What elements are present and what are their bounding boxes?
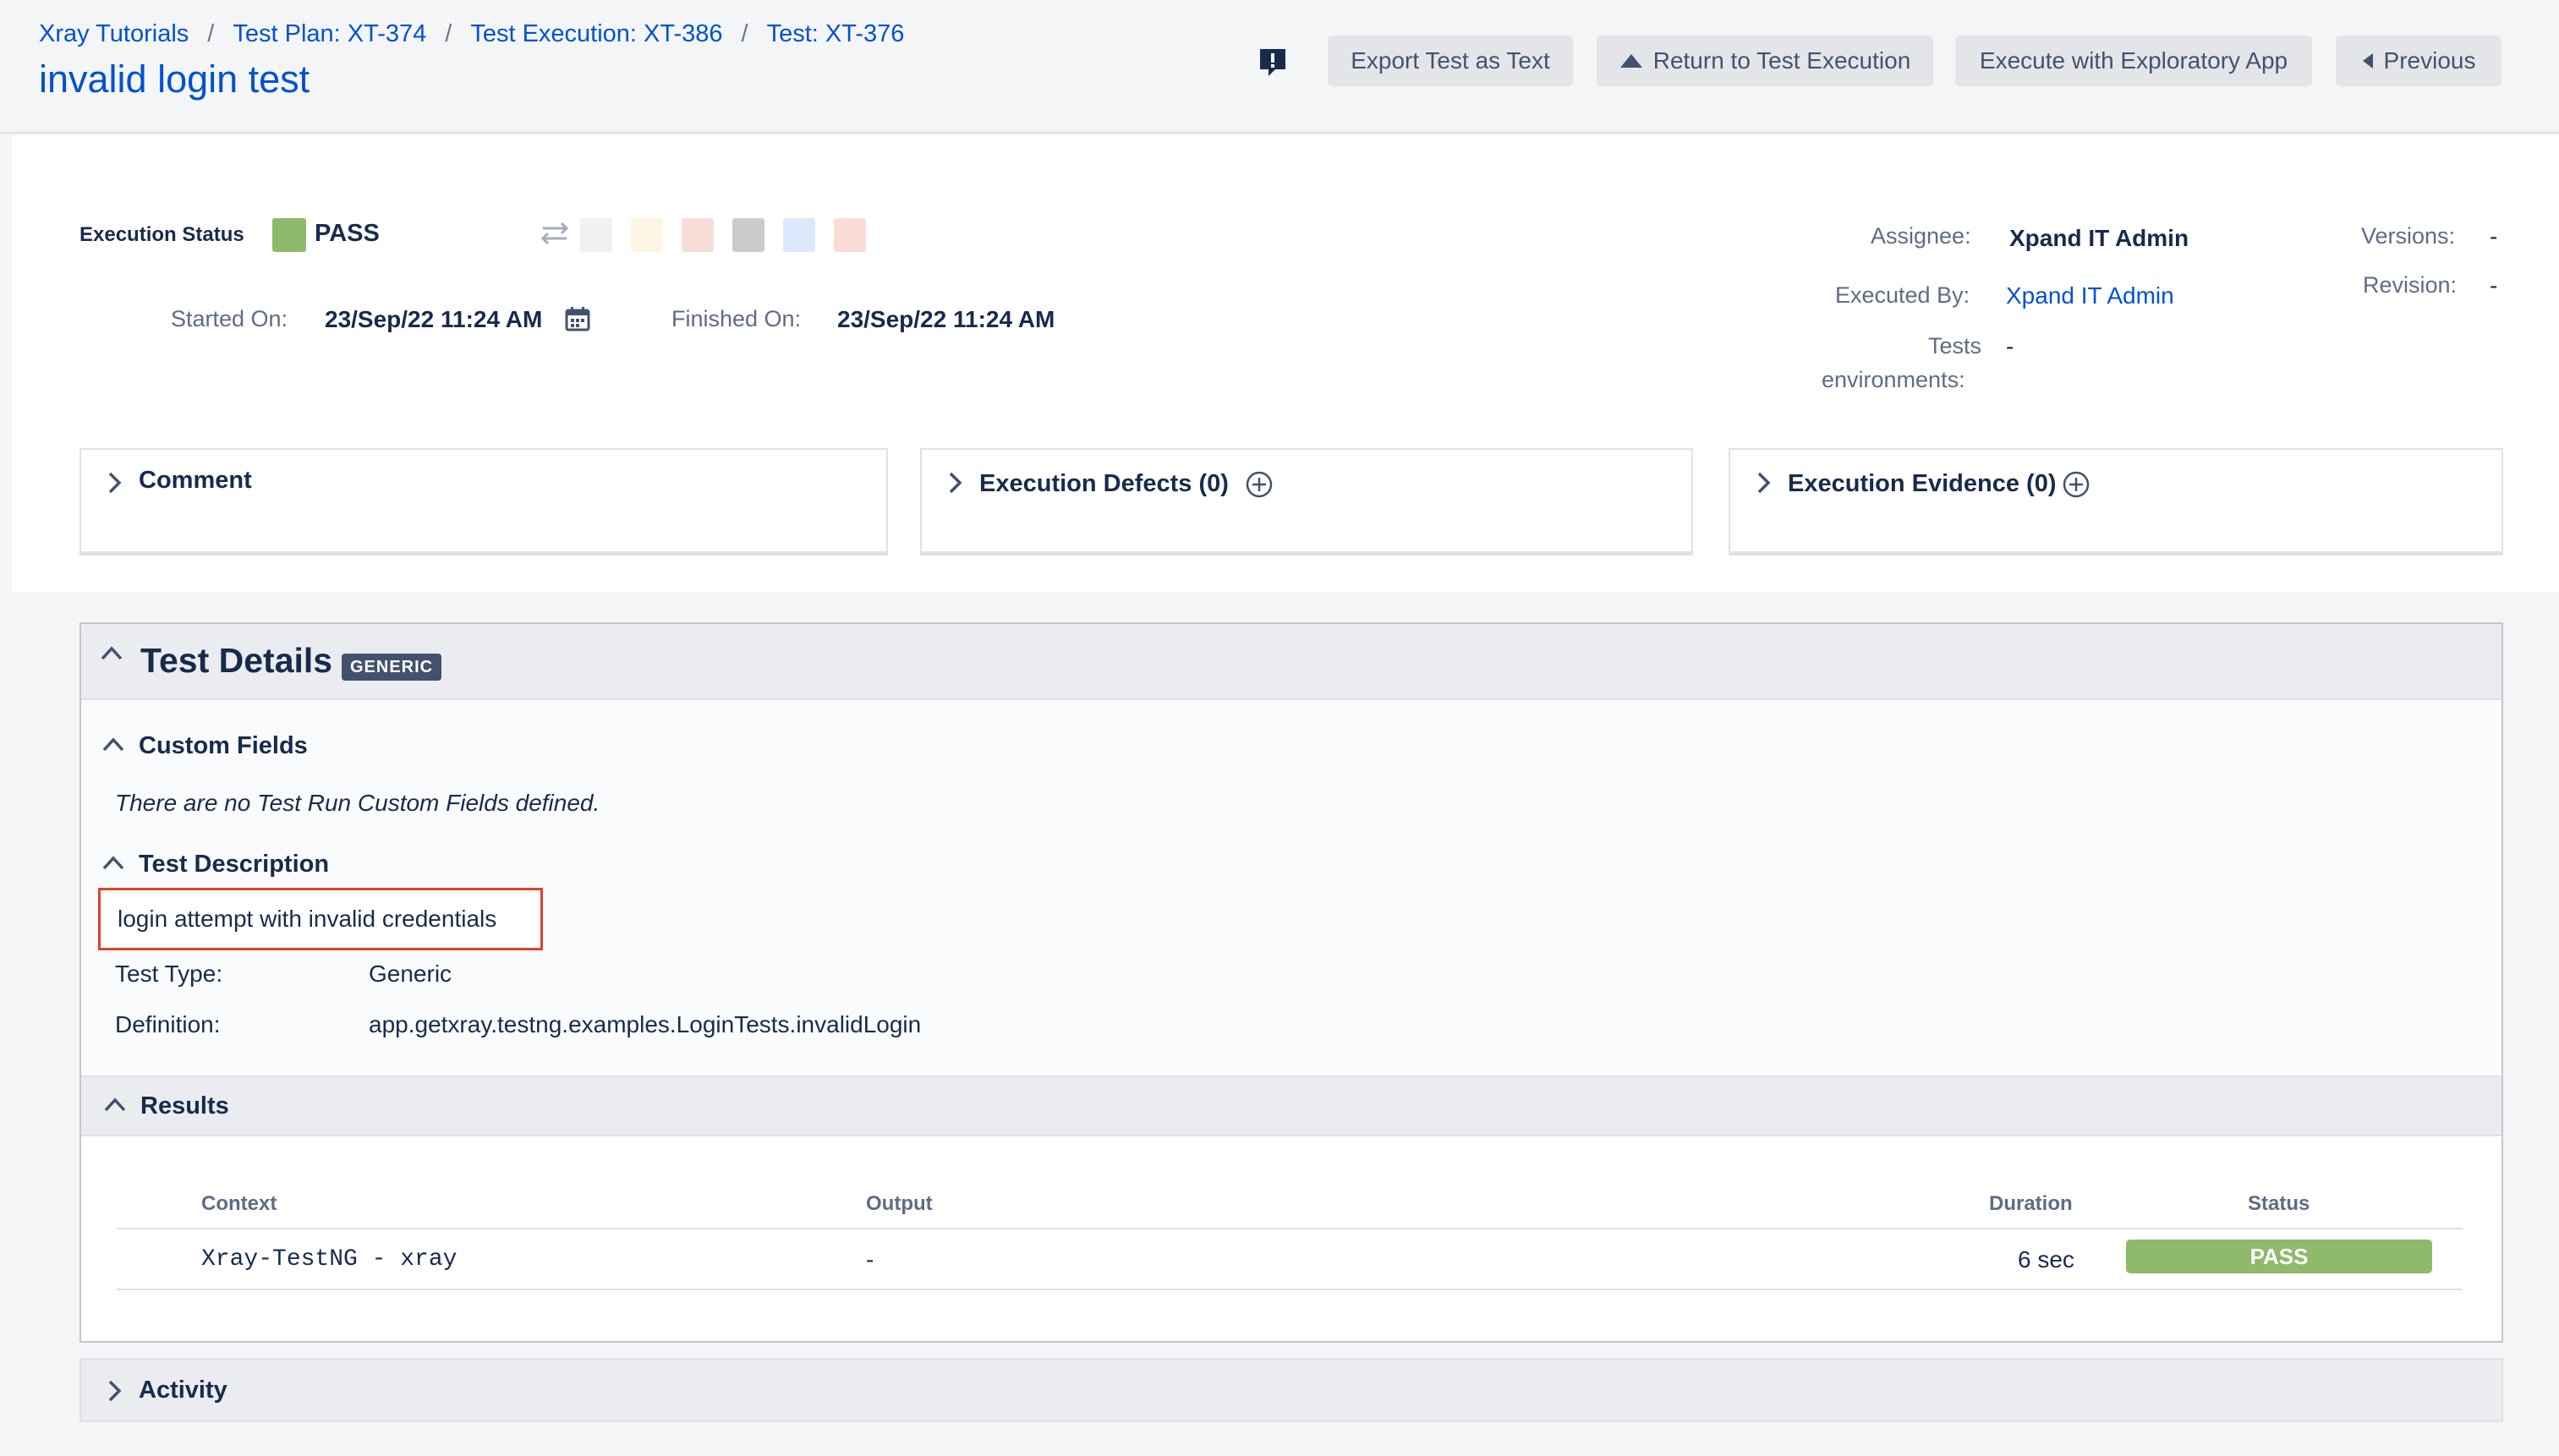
- assignee-label: Assignee:: [1871, 223, 1971, 249]
- test-description-title[interactable]: Test Description: [139, 851, 329, 879]
- triangle-left-icon: [2362, 52, 2374, 69]
- result-output: -: [866, 1246, 874, 1273]
- versions-value: -: [2490, 223, 2498, 249]
- chevron-right-icon: [949, 472, 962, 494]
- previous-label: Previous: [2383, 47, 2476, 74]
- comment-panel-title: Comment: [139, 467, 252, 494]
- test-type-badge: GENERIC: [342, 654, 442, 681]
- table-divider: [117, 1228, 2463, 1229]
- breadcrumb-test[interactable]: Test: XT-376: [767, 20, 905, 48]
- test-type-label: Test Type:: [115, 961, 223, 987]
- execute-exploratory-button[interactable]: Execute with Exploratory App: [1955, 36, 2312, 86]
- status-option-swatch[interactable]: [783, 218, 815, 252]
- add-defect-icon[interactable]: [1245, 470, 1274, 499]
- breadcrumb-test-execution[interactable]: Test Execution: XT-386: [470, 20, 722, 48]
- chevron-right-icon: [108, 472, 122, 494]
- chevron-up-icon[interactable]: [101, 854, 125, 871]
- test-details-section: Test Details GENERIC Custom Fields There…: [79, 622, 2503, 1343]
- status-option-swatch[interactable]: [580, 218, 612, 252]
- environments-value: -: [2006, 333, 2014, 359]
- execute-exploratory-label: Execute with Exploratory App: [1979, 47, 2288, 74]
- status-option-swatch[interactable]: [732, 218, 764, 252]
- page-header: Xray Tutorials / Test Plan: XT-374 / Tes…: [0, 0, 2559, 134]
- test-description-box: login attempt with invalid credentials: [98, 888, 543, 950]
- definition-value: app.getxray.testng.examples.LoginTests.i…: [369, 1011, 922, 1037]
- triangle-up-icon: [1619, 53, 1643, 68]
- table-divider: [117, 1289, 2463, 1290]
- versions-label: Versions:: [2361, 223, 2456, 249]
- custom-fields-title[interactable]: Custom Fields: [139, 732, 308, 760]
- revision-value: -: [2490, 272, 2498, 298]
- execution-defects-title: Execution Defects (0): [979, 470, 1229, 497]
- definition-label: Definition:: [115, 1011, 221, 1037]
- comment-panel[interactable]: Comment: [79, 448, 888, 553]
- test-description-text: login attempt with invalid credentials: [118, 906, 497, 932]
- assignee-value[interactable]: Xpand IT Admin: [2009, 225, 2189, 252]
- chevron-right-icon: [108, 1380, 122, 1402]
- previous-button[interactable]: Previous: [2336, 36, 2501, 86]
- export-test-label: Export Test as Text: [1351, 47, 1550, 74]
- execution-evidence-title: Execution Evidence (0): [1788, 470, 2057, 497]
- started-on-value: 23/Sep/22 11:24 AM: [325, 306, 543, 332]
- activity-section[interactable]: Activity: [79, 1358, 2503, 1422]
- results-title: Results: [140, 1092, 229, 1119]
- test-details-title: Test Details: [140, 641, 333, 680]
- results-table: Context Output Duration Status Xray-Test…: [81, 1136, 2501, 1341]
- chevron-right-icon: [1757, 472, 1771, 494]
- revision-label: Revision:: [2363, 272, 2458, 298]
- execution-status-value: PASS: [315, 220, 380, 247]
- custom-fields-empty-text: There are no Test Run Custom Fields defi…: [115, 790, 600, 816]
- return-to-execution-button[interactable]: Return to Test Execution: [1597, 36, 1933, 86]
- finished-on-value: 23/Sep/22 11:24 AM: [837, 306, 1055, 332]
- swap-arrows-icon[interactable]: [538, 220, 572, 245]
- execution-evidence-panel[interactable]: Execution Evidence (0): [1729, 448, 2503, 553]
- export-test-button[interactable]: Export Test as Text: [1328, 36, 1573, 86]
- execution-defects-panel[interactable]: Execution Defects (0): [920, 448, 1693, 553]
- column-header-output: Output: [866, 1192, 933, 1215]
- breadcrumb: Xray Tutorials / Test Plan: XT-374 / Tes…: [39, 20, 904, 48]
- column-header-duration: Duration: [1989, 1192, 2073, 1215]
- status-option-swatch[interactable]: [834, 218, 866, 252]
- return-to-execution-label: Return to Test Execution: [1652, 47, 1911, 74]
- result-status-badge: PASS: [2126, 1240, 2432, 1273]
- chevron-up-icon[interactable]: [103, 1096, 127, 1113]
- execution-status-label: Execution Status: [79, 223, 244, 246]
- chevron-up-icon[interactable]: [100, 644, 123, 661]
- environments-label-line2: environments:: [1822, 367, 1965, 392]
- status-option-swatch[interactable]: [631, 218, 663, 252]
- calendar-icon[interactable]: [565, 306, 590, 331]
- finished-on-label: Finished On:: [671, 306, 802, 331]
- test-details-header[interactable]: Test Details GENERIC: [81, 624, 2501, 700]
- execution-summary: Execution Status PASS Started On: 23/Sep…: [12, 135, 2559, 592]
- column-header-status: Status: [2248, 1192, 2310, 1215]
- result-context: Xray-TestNG - xray: [201, 1246, 458, 1273]
- feedback-icon[interactable]: [1258, 47, 1287, 78]
- environments-label-line1: Tests: [1928, 333, 1982, 359]
- breadcrumb-separator: /: [207, 20, 215, 47]
- status-option-swatch[interactable]: [682, 218, 714, 252]
- breadcrumb-project[interactable]: Xray Tutorials: [39, 20, 189, 48]
- executed-by-label: Executed By:: [1835, 282, 1970, 308]
- status-color-swatch: [272, 218, 306, 252]
- activity-title: Activity: [139, 1377, 227, 1404]
- breadcrumb-test-plan[interactable]: Test Plan: XT-374: [233, 20, 426, 48]
- test-type-value: Generic: [369, 961, 452, 987]
- result-duration: 6 sec: [2018, 1246, 2074, 1273]
- page-title: invalid login test: [39, 57, 310, 101]
- started-on-label: Started On:: [171, 306, 288, 331]
- results-header[interactable]: Results: [81, 1076, 2501, 1136]
- breadcrumb-separator: /: [741, 20, 748, 47]
- add-evidence-icon[interactable]: [2062, 470, 2090, 499]
- chevron-up-icon[interactable]: [101, 736, 125, 753]
- breadcrumb-separator: /: [445, 20, 452, 47]
- executed-by-link[interactable]: Xpand IT Admin: [2006, 282, 2174, 309]
- column-header-context: Context: [201, 1192, 277, 1215]
